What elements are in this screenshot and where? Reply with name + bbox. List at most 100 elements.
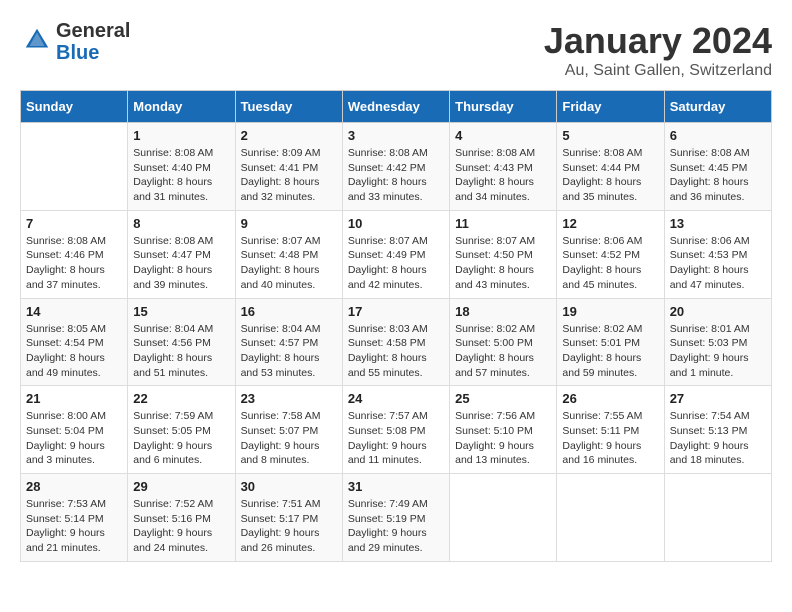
- calendar-cell: [557, 474, 664, 562]
- day-info: Sunrise: 7:55 AM Sunset: 5:11 PM Dayligh…: [562, 409, 658, 468]
- calendar-cell: 9Sunrise: 8:07 AM Sunset: 4:48 PM Daylig…: [235, 210, 342, 298]
- day-number: 5: [562, 128, 658, 143]
- logo: General Blue: [20, 20, 130, 64]
- calendar-cell: 8Sunrise: 8:08 AM Sunset: 4:47 PM Daylig…: [128, 210, 235, 298]
- day-info: Sunrise: 8:01 AM Sunset: 5:03 PM Dayligh…: [670, 322, 766, 381]
- day-info: Sunrise: 8:08 AM Sunset: 4:40 PM Dayligh…: [133, 146, 229, 205]
- day-number: 26: [562, 391, 658, 406]
- day-number: 11: [455, 216, 551, 231]
- day-info: Sunrise: 7:59 AM Sunset: 5:05 PM Dayligh…: [133, 409, 229, 468]
- page-header: General Blue January 2024 Au, Saint Gall…: [20, 20, 772, 80]
- logo-line1: General: [56, 20, 130, 42]
- day-info: Sunrise: 7:52 AM Sunset: 5:16 PM Dayligh…: [133, 497, 229, 556]
- day-number: 21: [26, 391, 122, 406]
- day-number: 19: [562, 304, 658, 319]
- day-number: 18: [455, 304, 551, 319]
- day-info: Sunrise: 8:05 AM Sunset: 4:54 PM Dayligh…: [26, 322, 122, 381]
- calendar-cell: 11 Sunrise: 8:07 AM Sunset: 4:50 PM Dayli…: [450, 210, 557, 298]
- day-number: 2: [241, 128, 337, 143]
- day-number: 16: [241, 304, 337, 319]
- day-number: 31: [348, 479, 444, 494]
- calendar-week-row: 21Sunrise: 8:00 AM Sunset: 5:04 PM Dayli…: [21, 386, 772, 474]
- day-info: Sunrise: 8:06 AM Sunset: 4:52 PM Dayligh…: [562, 234, 658, 293]
- day-info: Sunrise: 8:07 AM Sunset: 4:50 PM Dayligh…: [455, 234, 551, 293]
- calendar-cell: 5Sunrise: 8:08 AM Sunset: 4:44 PM Daylig…: [557, 123, 664, 211]
- calendar-cell: [21, 123, 128, 211]
- calendar-cell: 18Sunrise: 8:02 AM Sunset: 5:00 PM Dayli…: [450, 298, 557, 386]
- day-number: 24: [348, 391, 444, 406]
- calendar-week-row: 28 Sunrise: 7:53 AM Sunset: 5:14 PM Dayli…: [21, 474, 772, 562]
- day-number: 13: [670, 216, 766, 231]
- calendar-week-row: 7 Sunrise: 8:08 AM Sunset: 4:46 PM Daylig…: [21, 210, 772, 298]
- calendar-cell: 21Sunrise: 8:00 AM Sunset: 5:04 PM Dayli…: [21, 386, 128, 474]
- day-info: Sunrise: 8:08 AM Sunset: 4:47 PM Dayligh…: [133, 234, 229, 293]
- calendar-cell: 26 Sunrise: 7:55 AM Sunset: 5:11 PM Dayli…: [557, 386, 664, 474]
- calendar-cell: 27Sunrise: 7:54 AM Sunset: 5:13 PM Dayli…: [664, 386, 771, 474]
- calendar-cell: 2 Sunrise: 8:09 AM Sunset: 4:41 PM Daylig…: [235, 123, 342, 211]
- day-info: Sunrise: 8:04 AM Sunset: 4:56 PM Dayligh…: [133, 322, 229, 381]
- calendar-cell: 22 Sunrise: 7:59 AM Sunset: 5:05 PM Dayli…: [128, 386, 235, 474]
- calendar-cell: 12 Sunrise: 8:06 AM Sunset: 4:52 PM Dayli…: [557, 210, 664, 298]
- day-number: 3: [348, 128, 444, 143]
- calendar-cell: 28 Sunrise: 7:53 AM Sunset: 5:14 PM Dayli…: [21, 474, 128, 562]
- day-number: 12: [562, 216, 658, 231]
- calendar-cell: 3 Sunrise: 8:08 AM Sunset: 4:42 PM Daylig…: [342, 123, 449, 211]
- day-info: Sunrise: 8:08 AM Sunset: 4:46 PM Dayligh…: [26, 234, 122, 293]
- day-number: 28: [26, 479, 122, 494]
- day-info: Sunrise: 8:08 AM Sunset: 4:42 PM Dayligh…: [348, 146, 444, 205]
- day-number: 10: [348, 216, 444, 231]
- day-header-sunday: Sunday: [21, 91, 128, 123]
- day-number: 22: [133, 391, 229, 406]
- day-number: 14: [26, 304, 122, 319]
- day-number: 9: [241, 216, 337, 231]
- calendar-cell: 17 Sunrise: 8:03 AM Sunset: 4:58 PM Dayli…: [342, 298, 449, 386]
- day-number: 27: [670, 391, 766, 406]
- day-number: 15: [133, 304, 229, 319]
- calendar-cell: 15 Sunrise: 8:04 AM Sunset: 4:56 PM Dayli…: [128, 298, 235, 386]
- day-info: Sunrise: 7:56 AM Sunset: 5:10 PM Dayligh…: [455, 409, 551, 468]
- calendar-week-row: 14 Sunrise: 8:05 AM Sunset: 4:54 PM Dayli…: [21, 298, 772, 386]
- calendar-cell: 7 Sunrise: 8:08 AM Sunset: 4:46 PM Daylig…: [21, 210, 128, 298]
- day-info: Sunrise: 8:09 AM Sunset: 4:41 PM Dayligh…: [241, 146, 337, 205]
- day-info: Sunrise: 7:51 AM Sunset: 5:17 PM Dayligh…: [241, 497, 337, 556]
- day-number: 23: [241, 391, 337, 406]
- logo-icon: [22, 25, 52, 55]
- day-info: Sunrise: 8:08 AM Sunset: 4:43 PM Dayligh…: [455, 146, 551, 205]
- calendar-cell: 19 Sunrise: 8:02 AM Sunset: 5:01 PM Dayli…: [557, 298, 664, 386]
- calendar-cell: 25Sunrise: 7:56 AM Sunset: 5:10 PM Dayli…: [450, 386, 557, 474]
- day-number: 6: [670, 128, 766, 143]
- day-info: Sunrise: 7:53 AM Sunset: 5:14 PM Dayligh…: [26, 497, 122, 556]
- calendar-header-row: SundayMondayTuesdayWednesdayThursdayFrid…: [21, 91, 772, 123]
- day-number: 30: [241, 479, 337, 494]
- title-section: January 2024 Au, Saint Gallen, Switzerla…: [544, 20, 772, 80]
- calendar-cell: 13 Sunrise: 8:06 AM Sunset: 4:53 PM Dayli…: [664, 210, 771, 298]
- calendar-cell: 23 Sunrise: 7:58 AM Sunset: 5:07 PM Dayli…: [235, 386, 342, 474]
- calendar-title: January 2024: [544, 20, 772, 62]
- calendar-cell: 20Sunrise: 8:01 AM Sunset: 5:03 PM Dayli…: [664, 298, 771, 386]
- calendar-cell: 16 Sunrise: 8:04 AM Sunset: 4:57 PM Dayli…: [235, 298, 342, 386]
- calendar-cell: 24 Sunrise: 7:57 AM Sunset: 5:08 PM Dayli…: [342, 386, 449, 474]
- calendar-cell: 31 Sunrise: 7:49 AM Sunset: 5:19 PM Dayli…: [342, 474, 449, 562]
- calendar-cell: 6 Sunrise: 8:08 AM Sunset: 4:45 PM Daylig…: [664, 123, 771, 211]
- day-number: 4: [455, 128, 551, 143]
- day-info: Sunrise: 8:03 AM Sunset: 4:58 PM Dayligh…: [348, 322, 444, 381]
- day-info: Sunrise: 8:04 AM Sunset: 4:57 PM Dayligh…: [241, 322, 337, 381]
- calendar-cell: 4 Sunrise: 8:08 AM Sunset: 4:43 PM Daylig…: [450, 123, 557, 211]
- day-info: Sunrise: 7:58 AM Sunset: 5:07 PM Dayligh…: [241, 409, 337, 468]
- calendar-table: SundayMondayTuesdayWednesdayThursdayFrid…: [20, 90, 772, 562]
- day-number: 1: [133, 128, 229, 143]
- calendar-cell: 10Sunrise: 8:07 AM Sunset: 4:49 PM Dayli…: [342, 210, 449, 298]
- day-info: Sunrise: 7:57 AM Sunset: 5:08 PM Dayligh…: [348, 409, 444, 468]
- day-info: Sunrise: 8:06 AM Sunset: 4:53 PM Dayligh…: [670, 234, 766, 293]
- day-number: 7: [26, 216, 122, 231]
- calendar-cell: 14 Sunrise: 8:05 AM Sunset: 4:54 PM Dayli…: [21, 298, 128, 386]
- day-header-tuesday: Tuesday: [235, 91, 342, 123]
- day-info: Sunrise: 8:02 AM Sunset: 5:01 PM Dayligh…: [562, 322, 658, 381]
- day-info: Sunrise: 8:08 AM Sunset: 4:45 PM Dayligh…: [670, 146, 766, 205]
- day-header-wednesday: Wednesday: [342, 91, 449, 123]
- day-number: 17: [348, 304, 444, 319]
- day-header-friday: Friday: [557, 91, 664, 123]
- calendar-cell: [664, 474, 771, 562]
- day-header-thursday: Thursday: [450, 91, 557, 123]
- day-info: Sunrise: 7:49 AM Sunset: 5:19 PM Dayligh…: [348, 497, 444, 556]
